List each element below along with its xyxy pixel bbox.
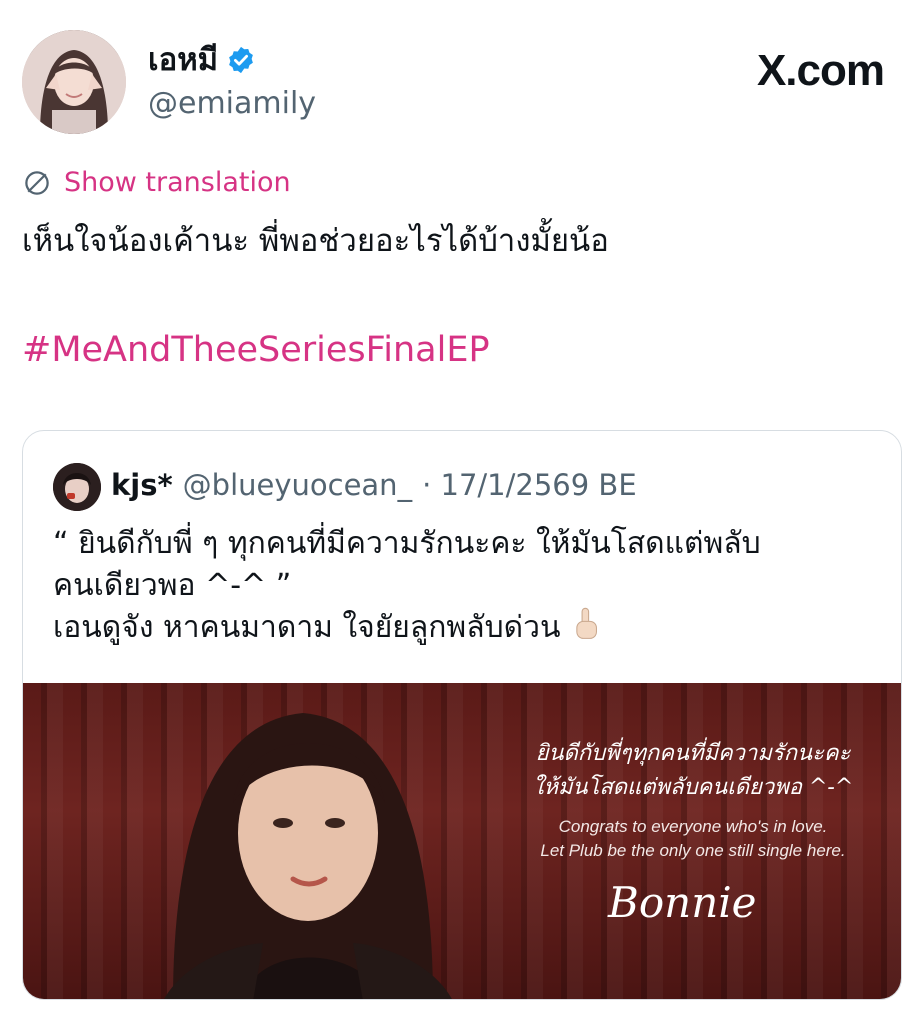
- quoted-author-avatar[interactable]: [53, 463, 101, 511]
- photo-thai-line: ยินดีกับพี่ๆทุกคนที่มีความรักนะคะ: [535, 741, 851, 766]
- photo-thai-caption: ยินดีกับพี่ๆทุกคนที่มีความรักนะคะ ให้มัน…: [493, 737, 893, 805]
- photo-en-line: Let Plub be the only one still single he…: [540, 841, 846, 860]
- translate-icon: [25, 171, 49, 195]
- quoted-avatar-image: [53, 463, 101, 511]
- quoted-author-name[interactable]: kjs*: [111, 465, 173, 505]
- hashtag-link[interactable]: #MeAndTheeSeriesFinalEP: [22, 328, 490, 372]
- show-translation-label: Show translation: [64, 167, 291, 198]
- quoted-author-handle[interactable]: @blueyuocean_: [183, 465, 412, 505]
- verified-badge-icon: [229, 46, 253, 74]
- author-avatar[interactable]: [22, 30, 126, 134]
- xcom-logo: X.com: [756, 46, 885, 95]
- quoted-post-text: “ ยินดีกับพี่ ๆ ทุกคนที่มีความรักนะคะ ให…: [53, 523, 883, 649]
- person-photo: [164, 713, 452, 999]
- photo-english-caption: Congrats to everyone who's in love. Let …: [493, 815, 893, 863]
- post-screenshot: เอหมี @emiamily X.com Show translation เ…: [0, 0, 924, 1024]
- quoted-text-line: “ ยินดีกับพี่ ๆ ทุกคนที่มีความรักนะคะ ให…: [53, 526, 761, 561]
- quoted-post-date[interactable]: · 17/1/2569 BE: [422, 465, 637, 505]
- tweet-text: เห็นใจน้องเค้านะ พี่พอช่วยอะไรได้บ้างมั้…: [22, 223, 609, 259]
- show-translation-button[interactable]: Show translation: [22, 166, 291, 200]
- author-name-text: เอหมี: [148, 42, 219, 78]
- quoted-post-header: kjs* @blueyuocean_ · 17/1/2569 BE: [111, 465, 637, 505]
- quoted-text-line: เอนดูจัง หาคนมาดาม ใจยัยลูกพลับด่วน: [53, 610, 561, 645]
- photo-thai-line: ให้มันโสดแต่พลับคนเดียวพอ ^-^: [532, 775, 854, 800]
- author-handle[interactable]: @emiamily: [148, 84, 316, 124]
- quoted-text-line: คนเดียวพอ ^-^ ”: [53, 568, 292, 603]
- quoted-text-line-with-emoji: เอนดูจัง หาคนมาดาม ใจยัยลูกพลับด่วน: [53, 607, 883, 649]
- photo-signature: Bonnie: [608, 878, 757, 927]
- pointing-up-icon: [576, 607, 597, 639]
- avatar-image: [22, 30, 126, 134]
- quoted-post-photo[interactable]: ยินดีกับพี่ๆทุกคนที่มีความรักนะคะ ให้มัน…: [23, 683, 901, 999]
- photo-en-line: Congrats to everyone who's in love.: [558, 817, 828, 836]
- quoted-post-card[interactable]: kjs* @blueyuocean_ · 17/1/2569 BE “ ยินด…: [22, 430, 902, 1000]
- author-display-name[interactable]: เอหมี: [148, 40, 256, 80]
